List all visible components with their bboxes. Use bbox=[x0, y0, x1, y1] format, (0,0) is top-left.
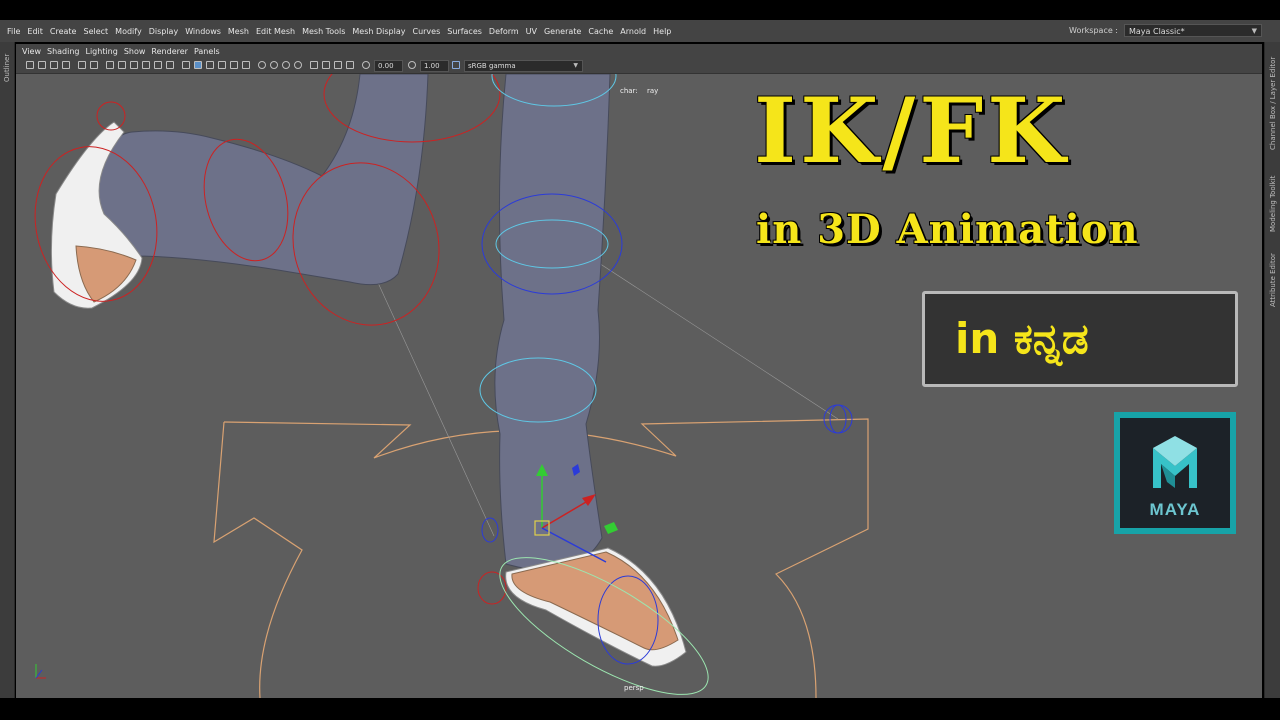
menu-arnold[interactable]: Arnold bbox=[620, 27, 646, 36]
attribute-editor-tab[interactable]: Attribute Editor bbox=[1269, 253, 1277, 307]
menu-uv[interactable]: UV bbox=[526, 27, 537, 36]
xray-joints-icon[interactable] bbox=[346, 61, 354, 69]
screen-space-ao-icon[interactable] bbox=[258, 61, 266, 69]
film-gate-icon[interactable] bbox=[118, 61, 126, 69]
menu-file[interactable]: File bbox=[7, 27, 20, 36]
menu-windows[interactable]: Windows bbox=[185, 27, 221, 36]
workspace-label: Workspace : bbox=[1069, 26, 1118, 35]
smooth-shade-icon[interactable] bbox=[194, 61, 202, 69]
maya-logo-inner: MAYA bbox=[1120, 418, 1230, 528]
channel-box-tab[interactable]: Channel Box / Layer Editor bbox=[1269, 57, 1277, 150]
grid-icon[interactable] bbox=[106, 61, 114, 69]
color-space-value: sRGB gamma bbox=[468, 62, 516, 70]
two-d-pan-icon[interactable] bbox=[78, 61, 86, 69]
menu-modify[interactable]: Modify bbox=[115, 27, 142, 36]
thumbnail-title: IK/FK bbox=[754, 78, 1070, 184]
workspace-selector: Workspace : Maya Classic* ▼ bbox=[1069, 24, 1262, 37]
maya-logo-text: MAYA bbox=[1149, 500, 1201, 519]
menu-mesh-display[interactable]: Mesh Display bbox=[352, 27, 405, 36]
shadows-icon[interactable] bbox=[242, 61, 250, 69]
menu-mesh-tools[interactable]: Mesh Tools bbox=[302, 27, 345, 36]
grease-pencil-icon[interactable] bbox=[90, 61, 98, 69]
panel-menu-renderer[interactable]: Renderer bbox=[151, 47, 188, 56]
image-plane-icon[interactable] bbox=[62, 61, 70, 69]
menu-cache[interactable]: Cache bbox=[588, 27, 613, 36]
resolution-gate-icon[interactable] bbox=[130, 61, 138, 69]
gamma-field[interactable]: 1.00 bbox=[420, 60, 449, 72]
left-sidebar: Outliner bbox=[0, 42, 15, 698]
maya-logo: MAYA bbox=[1114, 412, 1236, 534]
wireframe-on-shaded-icon[interactable] bbox=[206, 61, 214, 69]
wireframe-icon[interactable] bbox=[182, 61, 190, 69]
motion-blur-icon[interactable] bbox=[270, 61, 278, 69]
anti-aliasing-icon[interactable] bbox=[282, 61, 290, 69]
textured-icon[interactable] bbox=[218, 61, 226, 69]
use-all-lights-icon[interactable] bbox=[230, 61, 238, 69]
panel-menu-shading[interactable]: Shading bbox=[47, 47, 80, 56]
workspace-dropdown[interactable]: Maya Classic* ▼ bbox=[1124, 24, 1262, 37]
menu-select[interactable]: Select bbox=[83, 27, 108, 36]
hud-char-label: char: bbox=[620, 87, 638, 95]
depth-of-field-icon[interactable] bbox=[294, 61, 302, 69]
workspace-value: Maya Classic* bbox=[1129, 27, 1185, 36]
letterbox-top bbox=[0, 0, 1280, 20]
isolate-select-icon[interactable] bbox=[310, 61, 318, 69]
exposure-icon bbox=[362, 61, 370, 69]
panel-menu-show[interactable]: Show bbox=[124, 47, 146, 56]
select-camera-icon[interactable] bbox=[26, 61, 34, 69]
exposure-field[interactable]: 0.00 bbox=[374, 60, 403, 72]
hud-char-value: ray bbox=[647, 87, 659, 95]
chevron-down-icon: ▼ bbox=[1251, 27, 1257, 35]
gate-mask-icon[interactable] bbox=[142, 61, 150, 69]
outliner-tab[interactable]: Outliner bbox=[3, 54, 11, 82]
maya-m-icon bbox=[1153, 436, 1197, 488]
menu-surfaces[interactable]: Surfaces bbox=[447, 27, 482, 36]
right-sidebar: Channel Box / Layer Editor Modeling Tool… bbox=[1264, 42, 1280, 698]
panel-menu-view[interactable]: View bbox=[22, 47, 41, 56]
safe-action-icon[interactable] bbox=[166, 61, 174, 69]
axis-gizmo bbox=[35, 664, 46, 679]
color-space-dropdown[interactable]: sRGB gamma ▼ bbox=[464, 60, 583, 72]
menu-edit[interactable]: Edit bbox=[27, 27, 43, 36]
menu-create[interactable]: Create bbox=[50, 27, 77, 36]
panel-toolbar: 0.00 1.00 sRGB gamma ▼ bbox=[16, 58, 1262, 74]
modeling-toolkit-tab[interactable]: Modeling Toolkit bbox=[1269, 176, 1277, 232]
panel-menubar: View Shading Lighting Show Renderer Pane… bbox=[16, 44, 1262, 58]
menu-mesh[interactable]: Mesh bbox=[228, 27, 249, 36]
menu-display[interactable]: Display bbox=[149, 27, 179, 36]
menu-deform[interactable]: Deform bbox=[489, 27, 519, 36]
color-management-icon[interactable] bbox=[452, 61, 460, 69]
camera-label: persp bbox=[624, 684, 644, 692]
menu-help[interactable]: Help bbox=[653, 27, 671, 36]
xray-icon[interactable] bbox=[322, 61, 330, 69]
menu-generate[interactable]: Generate bbox=[544, 27, 581, 36]
chevron-down-icon: ▼ bbox=[573, 62, 578, 69]
field-chart-icon[interactable] bbox=[154, 61, 162, 69]
panel-menu-lighting[interactable]: Lighting bbox=[85, 47, 117, 56]
thumbnail-subtitle: in 3D Animation bbox=[756, 206, 1139, 253]
panel-menu-panels[interactable]: Panels bbox=[194, 47, 220, 56]
camera-attributes-icon[interactable] bbox=[38, 61, 46, 69]
language-text: in ಕನ್ನಡ bbox=[955, 314, 1089, 363]
menu-curves[interactable]: Curves bbox=[412, 27, 440, 36]
letterbox-bottom bbox=[0, 698, 1280, 720]
language-badge: in ಕನ್ನಡ bbox=[922, 291, 1238, 387]
bookmarks-icon[interactable] bbox=[50, 61, 58, 69]
xray-active-icon[interactable] bbox=[334, 61, 342, 69]
menu-edit-mesh[interactable]: Edit Mesh bbox=[256, 27, 295, 36]
gamma-icon bbox=[408, 61, 416, 69]
